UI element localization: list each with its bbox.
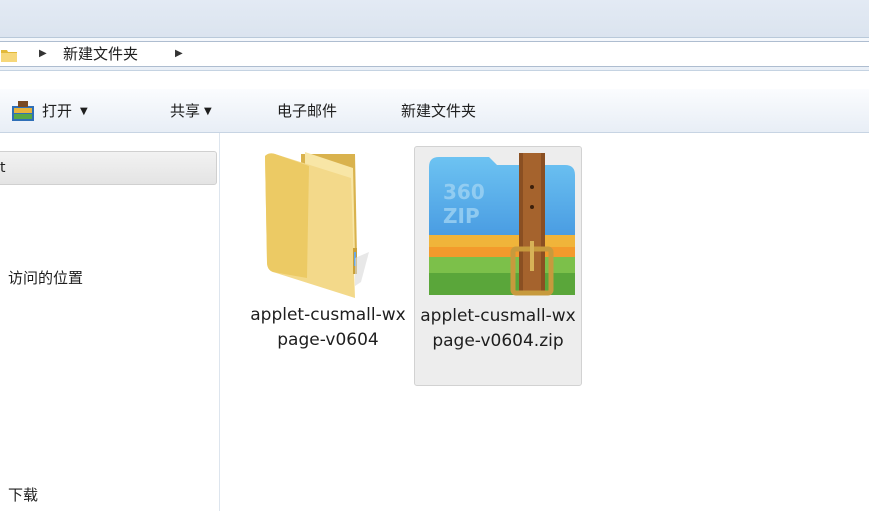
navigation-pane: t 访问的位置 下载: [0, 133, 220, 511]
zip-archive-icon: 360 ZIP: [429, 153, 575, 296]
command-toolbar: 打开 ▼ 共享 ▼ 电子邮件 新建文件夹: [0, 89, 869, 133]
email-button[interactable]: 电子邮件: [277, 101, 337, 121]
svg-text:360: 360: [443, 180, 485, 204]
svg-text:ZIP: ZIP: [443, 204, 480, 228]
open-label: 打开: [42, 102, 73, 120]
new-folder-button[interactable]: 新建文件夹: [401, 101, 476, 121]
file-item-zip[interactable]: 360 ZIP applet-cusmall-wxpage-v0604.zip: [414, 146, 582, 386]
open-button[interactable]: 打开 ▼: [42, 101, 88, 122]
sidebar-item-downloads[interactable]: 下载: [8, 485, 38, 505]
chevron-right-icon[interactable]: ▶: [175, 46, 183, 62]
sidebar-item-recent-places[interactable]: 访问的位置: [8, 268, 83, 288]
window-title-bar: [0, 0, 869, 37]
open-with-icon: [12, 101, 34, 121]
folder-icon: [265, 152, 369, 298]
address-bar: ▶ 新建文件夹 ▶: [0, 37, 869, 71]
share-button[interactable]: 共享 ▼: [170, 101, 212, 122]
sidebar-header-label: t: [0, 160, 6, 176]
file-item-folder[interactable]: applet-cusmall-wxpage-v0604: [245, 146, 413, 386]
dropdown-arrow-icon[interactable]: ▼: [204, 106, 212, 117]
chevron-right-icon[interactable]: ▶: [39, 46, 47, 62]
share-label: 共享: [170, 102, 201, 120]
dropdown-arrow-icon[interactable]: ▼: [80, 106, 88, 117]
file-name-label: applet-cusmall-wxpage-v0604.zip: [420, 306, 576, 351]
folder-icon: [1, 50, 17, 62]
address-field[interactable]: ▶ 新建文件夹 ▶: [0, 41, 869, 67]
sidebar-favorites-header[interactable]: t: [0, 151, 217, 185]
breadcrumb-new-folder[interactable]: 新建文件夹: [63, 45, 138, 63]
file-name-label: applet-cusmall-wxpage-v0604: [250, 305, 406, 350]
